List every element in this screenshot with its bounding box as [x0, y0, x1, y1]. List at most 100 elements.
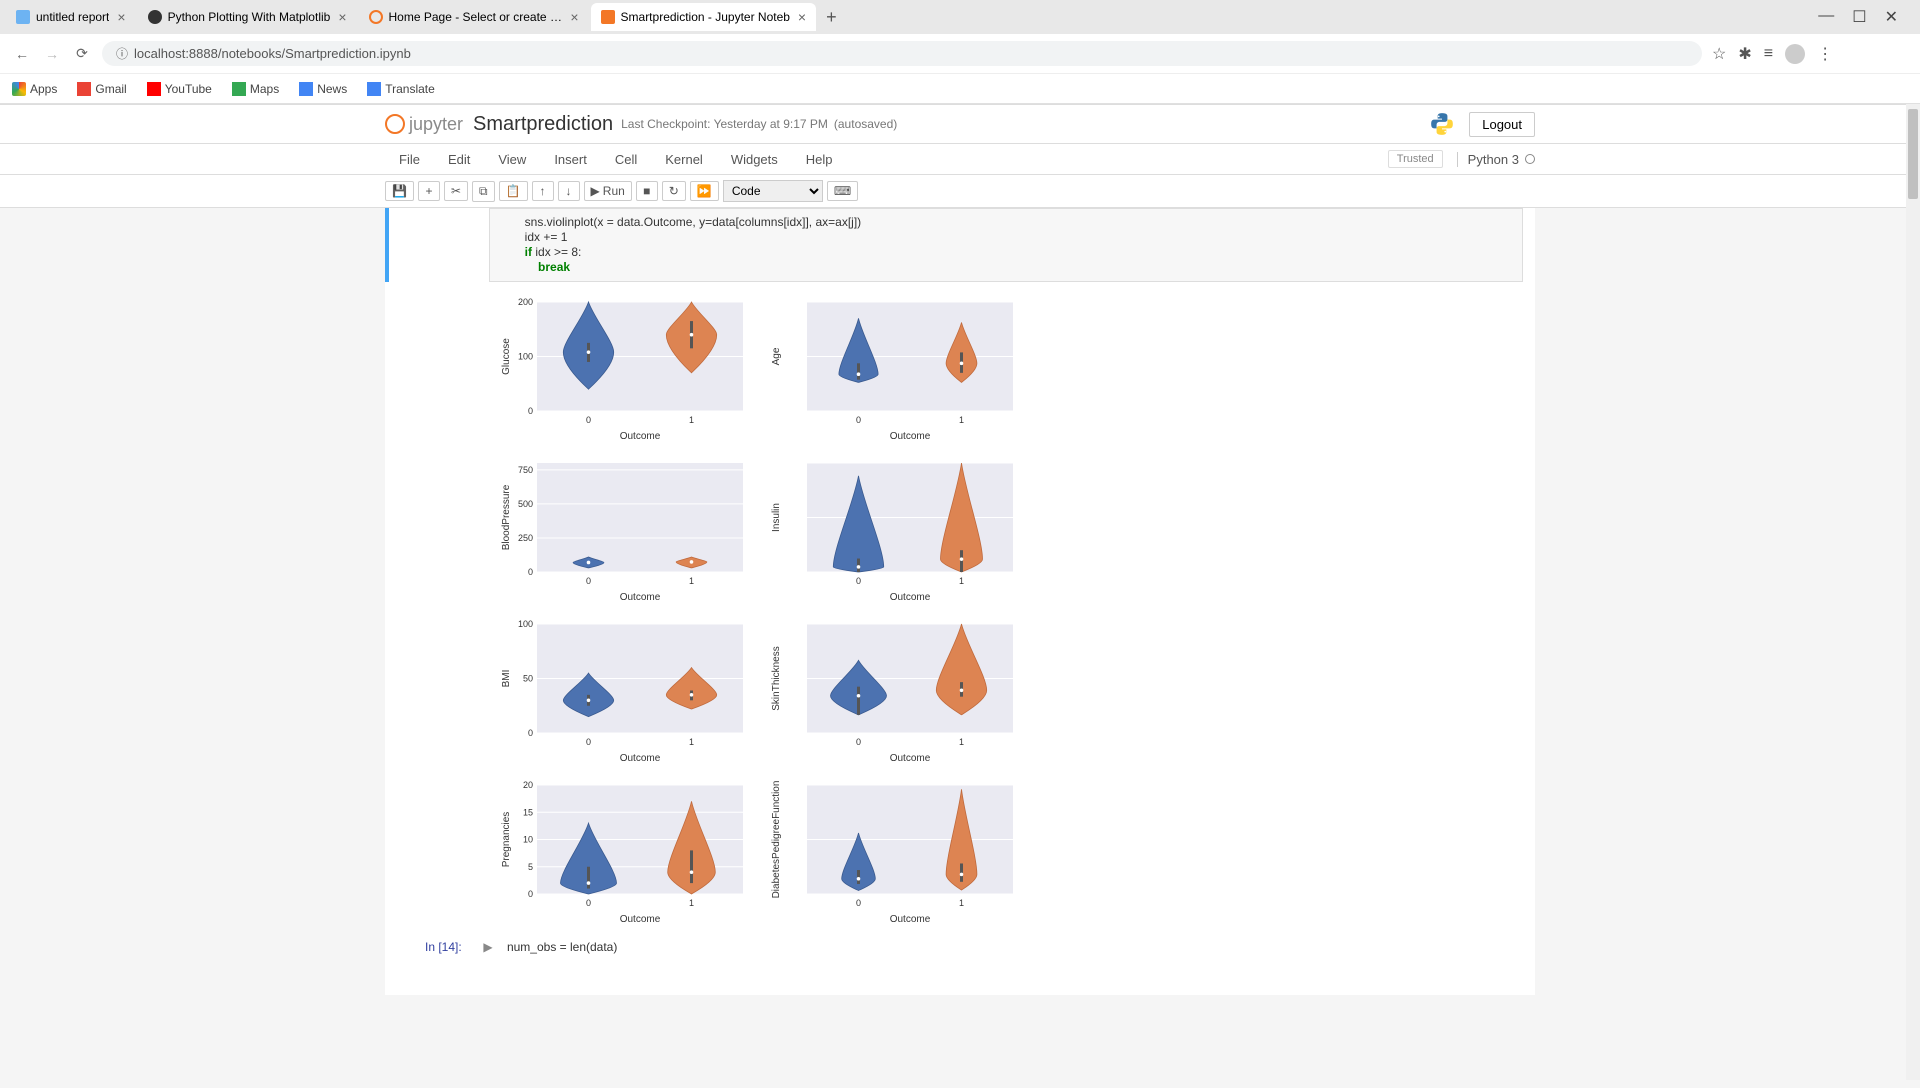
page-scrollbar[interactable] — [1906, 104, 1920, 1080]
svg-text:0: 0 — [856, 737, 861, 747]
menu-icon[interactable]: ⋮ — [1817, 44, 1833, 64]
bookmark-star-icon[interactable]: ☆ — [1712, 44, 1726, 64]
svg-text:Pregnancies: Pregnancies — [501, 812, 512, 868]
menu-widgets[interactable]: Widgets — [717, 152, 792, 167]
apps-shortcut[interactable]: Apps — [12, 82, 57, 96]
svg-text:1: 1 — [959, 415, 964, 425]
svg-text:Glucose: Glucose — [501, 338, 512, 375]
gmail-icon — [77, 82, 91, 96]
svg-text:0: 0 — [856, 576, 861, 586]
url-input[interactable]: ⓘ localhost:8888/notebooks/Smartpredicti… — [102, 41, 1702, 66]
kernel-indicator[interactable]: Python 3 — [1457, 152, 1535, 167]
notebook-name[interactable]: Smartprediction — [473, 113, 613, 136]
close-icon[interactable]: × — [117, 9, 125, 25]
kernel-status-icon — [1525, 154, 1535, 164]
menu-edit[interactable]: Edit — [434, 152, 484, 167]
svg-text:0: 0 — [528, 889, 533, 899]
svg-text:BMI: BMI — [501, 670, 512, 688]
svg-text:Outcome: Outcome — [620, 431, 661, 442]
cell-output: 010020001OutcomeGlucose01OutcomeAge02505… — [385, 282, 1535, 926]
violin-plot-insulin: 01OutcomeInsulin — [767, 459, 1017, 604]
violin-plot-glucose: 010020001OutcomeGlucose — [497, 298, 747, 443]
svg-text:0: 0 — [586, 737, 591, 747]
bookmark-translate[interactable]: Translate — [367, 82, 435, 96]
menu-view[interactable]: View — [484, 152, 540, 167]
browser-tab[interactable]: Python Plotting With Matplotlib × — [138, 3, 357, 31]
svg-text:0: 0 — [856, 898, 861, 908]
menu-kernel[interactable]: Kernel — [651, 152, 717, 167]
tab-favicon-icon — [148, 10, 162, 24]
code-editor[interactable]: sns.violinplot(x = data.Outcome, y=data[… — [489, 208, 1523, 282]
menu-bar: File Edit View Insert Cell Kernel Widget… — [0, 144, 1920, 175]
bookmark-youtube[interactable]: YouTube — [147, 82, 212, 96]
svg-text:1: 1 — [689, 737, 694, 747]
menu-cell[interactable]: Cell — [601, 152, 651, 167]
jupyter-header: jupyter Smartprediction Last Checkpoint:… — [0, 105, 1920, 144]
close-window-icon[interactable]: ✕ — [1885, 7, 1898, 27]
trusted-badge[interactable]: Trusted — [1388, 150, 1443, 168]
cell-type-select[interactable]: Code — [723, 180, 823, 202]
back-icon[interactable]: ← — [12, 44, 32, 64]
violin-plot-bmi: 05010001OutcomeBMI — [497, 620, 747, 765]
svg-text:BloodPressure: BloodPressure — [501, 484, 512, 550]
restart-run-all-button[interactable]: ⏩ — [690, 181, 719, 201]
svg-text:1: 1 — [689, 415, 694, 425]
command-palette-button[interactable]: ⌨ — [827, 181, 858, 201]
close-icon[interactable]: × — [570, 9, 578, 25]
news-icon — [299, 82, 313, 96]
bookmark-gmail[interactable]: Gmail — [77, 82, 126, 96]
close-icon[interactable]: × — [338, 9, 346, 25]
maximize-icon[interactable]: ☐ — [1852, 7, 1866, 27]
notebook-area[interactable]: sns.violinplot(x = data.Outcome, y=data[… — [0, 208, 1920, 1088]
reading-list-icon[interactable]: ≡ — [1764, 45, 1773, 63]
menu-file[interactable]: File — [385, 152, 434, 167]
site-info-icon[interactable]: ⓘ — [116, 45, 128, 62]
cut-button[interactable]: ✂ — [444, 181, 468, 201]
svg-text:Outcome: Outcome — [620, 914, 661, 925]
menu-help[interactable]: Help — [792, 152, 847, 167]
svg-text:1: 1 — [959, 898, 964, 908]
jupyter-logo[interactable]: jupyter — [385, 114, 463, 135]
add-cell-button[interactable]: + — [418, 181, 440, 201]
jupyter-logo-icon — [385, 114, 405, 134]
close-icon[interactable]: × — [798, 9, 806, 25]
svg-text:15: 15 — [523, 807, 533, 817]
restart-kernel-button[interactable]: ↻ — [662, 181, 686, 201]
code-cell[interactable]: sns.violinplot(x = data.Outcome, y=data[… — [385, 208, 1535, 282]
profile-avatar[interactable] — [1785, 44, 1805, 64]
extensions-icon[interactable]: ✱ — [1738, 44, 1751, 64]
forward-icon[interactable]: → — [42, 44, 62, 64]
svg-text:1: 1 — [959, 737, 964, 747]
browser-tab[interactable]: untitled report × — [6, 3, 136, 31]
svg-text:0: 0 — [528, 567, 533, 577]
tab-title: Home Page - Select or create a n — [389, 10, 563, 24]
move-down-button[interactable]: ↓ — [558, 181, 580, 201]
bookmark-bar: Apps Gmail YouTube Maps News Translate — [0, 74, 1920, 104]
svg-text:Outcome: Outcome — [890, 914, 931, 925]
translate-icon — [367, 82, 381, 96]
browser-tab[interactable]: Home Page - Select or create a n × — [359, 3, 589, 31]
scrollbar-thumb[interactable] — [1908, 109, 1918, 199]
toolbar: 💾 + ✂ ⧉ 📋 ↑ ↓ ▶Run ■ ↻ ⏩ Code ⌨ — [0, 175, 1920, 208]
stop-button[interactable]: ■ — [636, 181, 658, 201]
move-up-button[interactable]: ↑ — [532, 181, 554, 201]
bookmark-news[interactable]: News — [299, 82, 347, 96]
new-tab-button[interactable]: + — [818, 7, 845, 28]
bookmark-maps[interactable]: Maps — [232, 82, 279, 96]
minimize-icon[interactable]: — — [1818, 7, 1834, 27]
browser-tab-active[interactable]: Smartprediction - Jupyter Noteb × — [591, 3, 817, 31]
violin-plot-age: 01OutcomeAge — [767, 298, 1017, 443]
violin-plot-diabetespedigreefunction: 01OutcomeDiabetesPedigreeFunction — [767, 781, 1017, 926]
paste-button[interactable]: 📋 — [499, 181, 528, 201]
menu-insert[interactable]: Insert — [540, 152, 601, 167]
svg-text:10: 10 — [523, 835, 533, 845]
svg-text:100: 100 — [518, 620, 533, 629]
svg-text:0: 0 — [586, 898, 591, 908]
run-button[interactable]: ▶Run — [584, 181, 632, 201]
save-button[interactable]: 💾 — [385, 181, 414, 201]
reload-icon[interactable]: ⟳ — [72, 44, 92, 64]
copy-button[interactable]: ⧉ — [472, 181, 495, 202]
logout-button[interactable]: Logout — [1469, 112, 1535, 137]
svg-text:SkinThickness: SkinThickness — [771, 646, 782, 710]
violin-plot-pregnancies: 0510152001OutcomePregnancies — [497, 781, 747, 926]
